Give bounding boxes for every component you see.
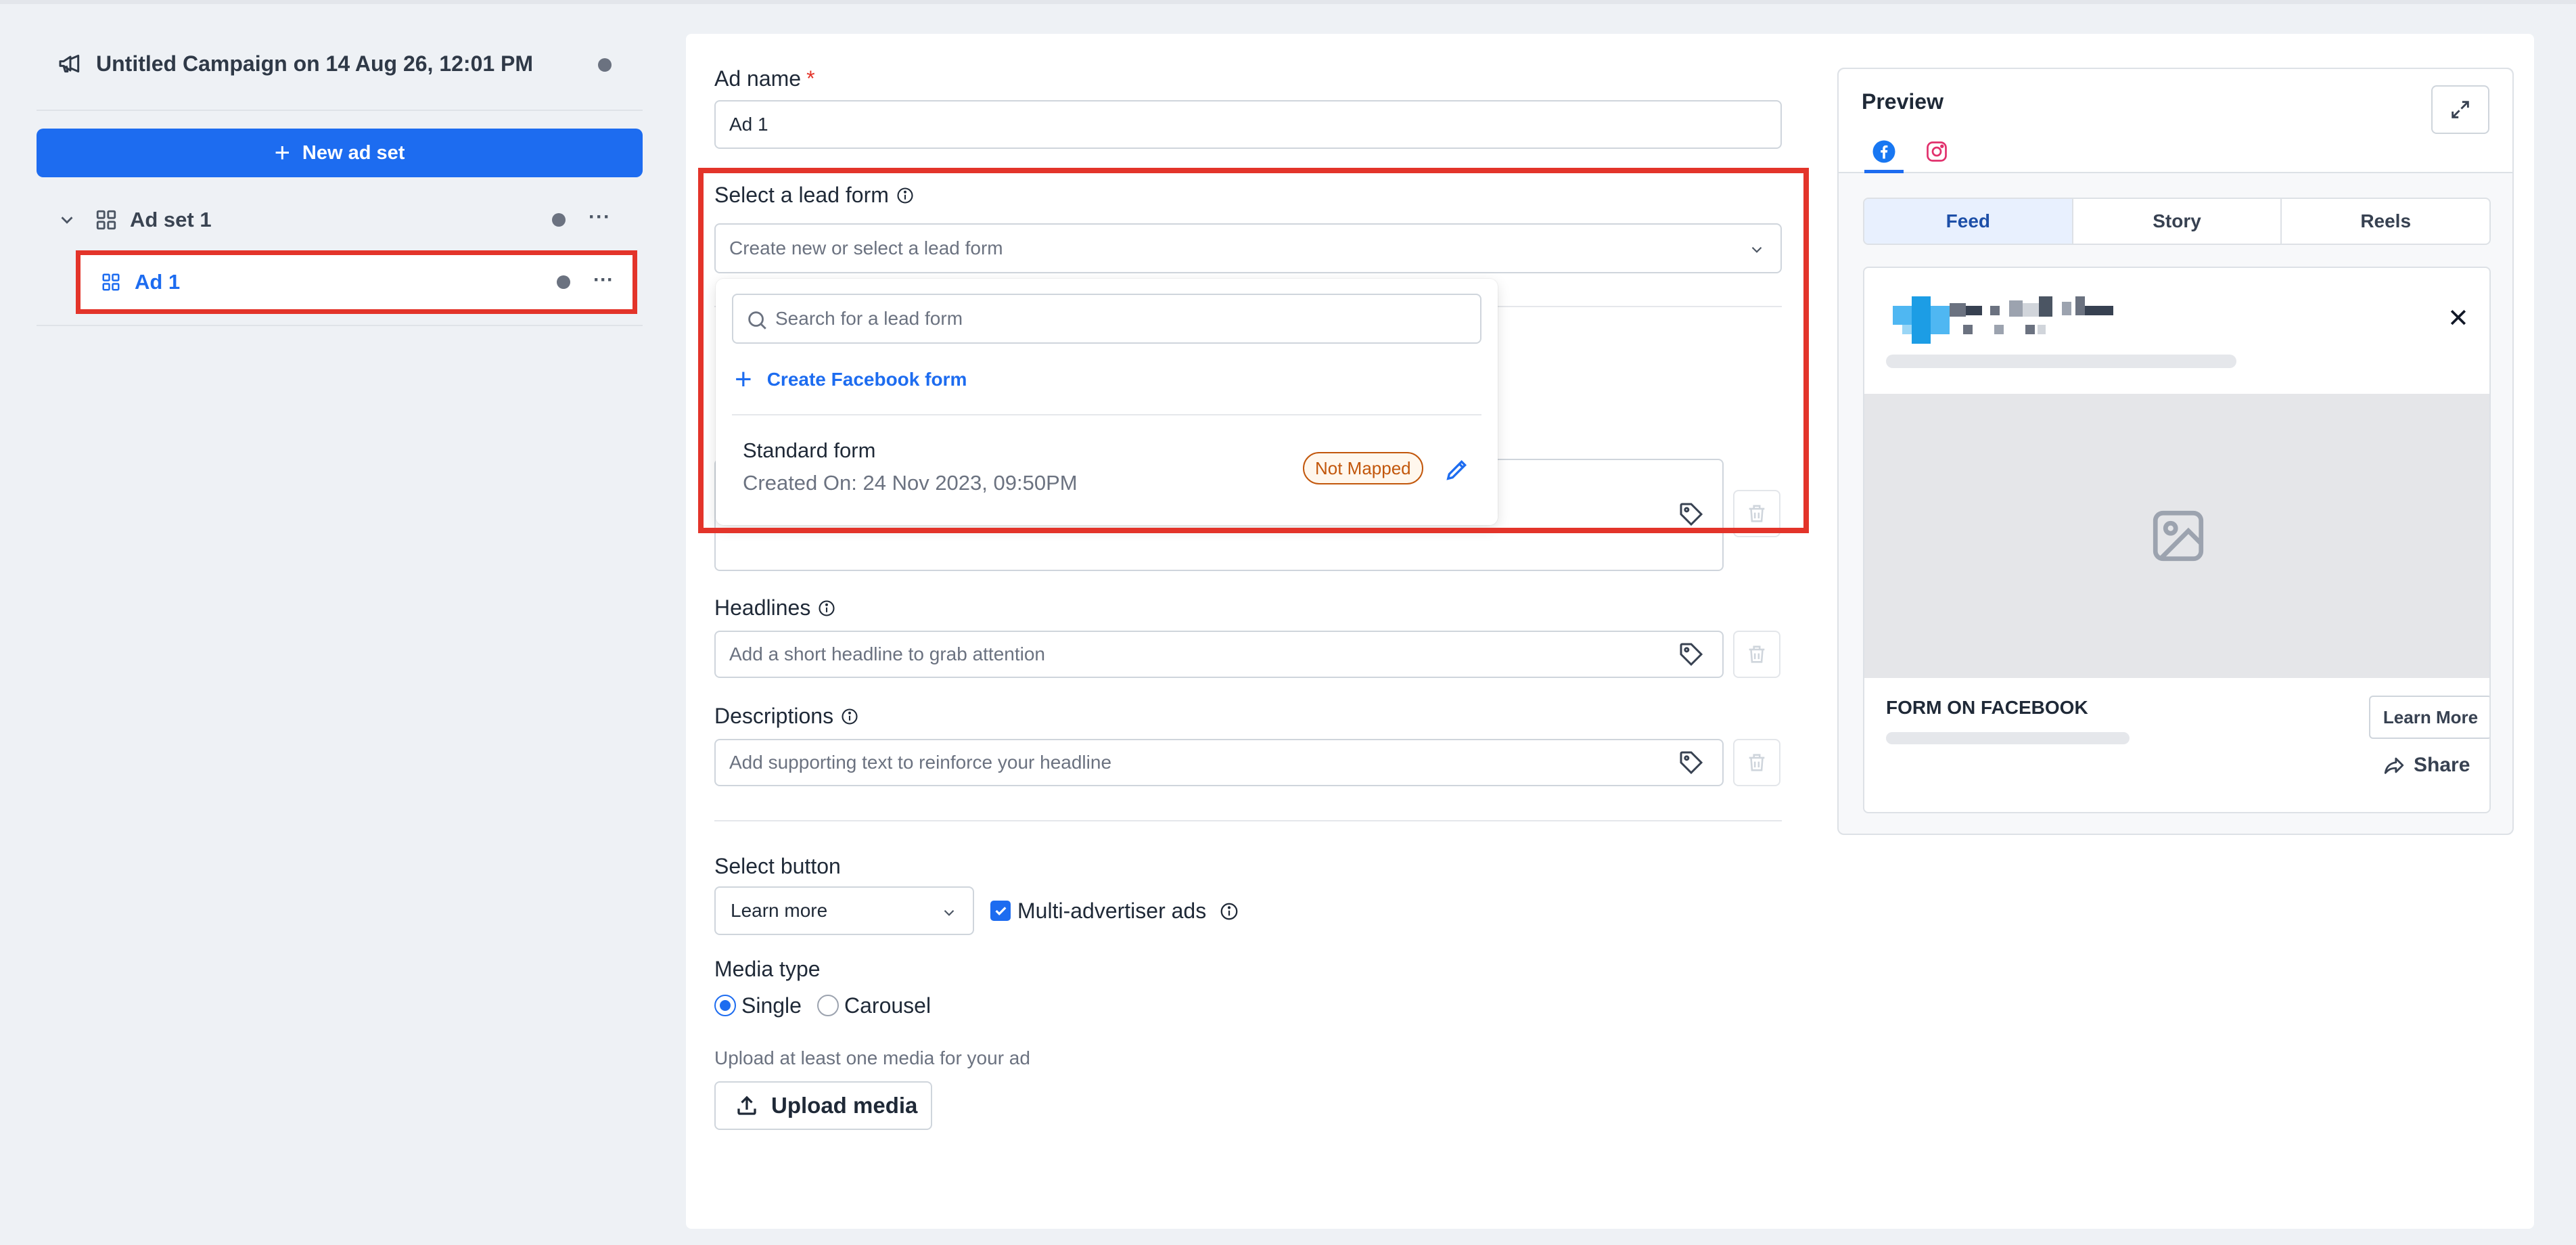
sidebar-divider <box>37 110 643 111</box>
tag-icon[interactable] <box>1678 641 1705 668</box>
trash-icon <box>1749 754 1765 771</box>
skeleton-line <box>1886 355 2236 368</box>
preview-header: Preview <box>1839 69 2512 173</box>
cta-button-select[interactable]: Learn more <box>714 886 974 935</box>
tag-icon[interactable] <box>1678 749 1705 776</box>
ad-name-label-text: Ad name <box>714 66 802 91</box>
new-ad-set-label: New ad set <box>302 141 405 164</box>
preview-panel: Preview Feed Story Reels ✕ FORM ON FACEB… <box>1837 68 2514 835</box>
share-label: Share <box>2414 754 2470 776</box>
share-button[interactable]: Share <box>2383 754 2470 777</box>
headline-input[interactable]: Add a short headline to grab attention <box>714 631 1724 678</box>
ad-more-button[interactable]: ··· <box>593 269 614 292</box>
chevron-down-icon <box>944 909 954 916</box>
skeleton-line <box>1886 732 2130 744</box>
section-divider <box>714 820 1782 821</box>
expand-icon <box>2452 101 2469 118</box>
media-type-label: Media type <box>714 957 821 982</box>
ad-name-label: Ad name * <box>714 66 815 91</box>
ad-preview-post: ✕ FORM ON FACEBOOK Learn More Share <box>1863 267 2491 813</box>
cta-title: FORM ON FACEBOOK <box>1886 697 2088 718</box>
info-icon[interactable] <box>817 599 836 618</box>
ad-name-input[interactable]: Ad 1 <box>714 100 1782 149</box>
expand-preview-button[interactable] <box>2431 85 2489 134</box>
chevron-down-icon[interactable] <box>57 210 77 230</box>
highlight-annotation <box>698 168 1809 533</box>
headlines-label: Headlines <box>714 595 836 620</box>
close-icon[interactable]: ✕ <box>2447 303 2469 334</box>
ad-set-more-button[interactable]: ··· <box>589 206 611 229</box>
tab-instagram[interactable] <box>1917 137 1956 173</box>
ad-label: Ad 1 <box>135 270 181 294</box>
media-placeholder <box>1864 394 2489 678</box>
delete-description-button[interactable] <box>1733 739 1780 786</box>
placement-tabs: Feed Story Reels <box>1863 198 2491 245</box>
new-ad-set-button[interactable]: + New ad set <box>37 129 643 177</box>
headlines-label-text: Headlines <box>714 595 811 620</box>
ad-status-dot <box>557 275 570 289</box>
tab-facebook[interactable] <box>1864 137 1904 173</box>
description-placeholder: Add supporting text to reinforce your he… <box>729 752 1112 773</box>
info-icon[interactable] <box>1219 901 1239 922</box>
tab-story[interactable]: Story <box>2073 199 2282 244</box>
grid-icon <box>102 273 120 291</box>
sidebar-item-ad-set[interactable]: Ad set 1 ··· <box>57 203 618 237</box>
tab-feed[interactable]: Feed <box>1864 199 2073 244</box>
campaign-header: Untitled Campaign on 14 Aug 26, 12:01 PM <box>57 49 612 78</box>
ad-set-label: Ad set 1 <box>130 208 212 231</box>
learn-more-button[interactable]: Learn More <box>2369 696 2489 739</box>
facebook-icon <box>1872 140 1895 163</box>
top-border <box>0 0 2576 4</box>
select-button-label-text: Select button <box>714 854 841 878</box>
share-icon <box>2384 757 2404 774</box>
media-carousel-label[interactable]: Carousel <box>844 993 931 1018</box>
upload-icon <box>737 1095 756 1115</box>
required-mark: * <box>806 66 815 91</box>
trash-icon <box>1749 646 1765 663</box>
plus-icon: + <box>274 138 290 168</box>
multi-advertiser-checkbox[interactable] <box>990 901 1011 921</box>
headline-placeholder: Add a short headline to grab attention <box>729 643 1046 664</box>
select-button-label: Select button <box>714 854 841 879</box>
preview-title: Preview <box>1862 89 1944 114</box>
media-single-label[interactable]: Single <box>741 993 802 1018</box>
multi-advertiser-label[interactable]: Multi-advertiser ads <box>1017 899 1206 924</box>
delete-headline-button[interactable] <box>1733 631 1780 678</box>
ad-name-value: Ad 1 <box>729 114 768 135</box>
sidebar-divider <box>37 325 643 326</box>
campaign-title[interactable]: Untitled Campaign on 14 Aug 26, 12:01 PM <box>96 51 533 76</box>
media-single-radio[interactable] <box>714 995 736 1016</box>
tab-reels[interactable]: Reels <box>2282 199 2489 244</box>
media-type-label-text: Media type <box>714 957 821 981</box>
upload-hint: Upload at least one media for your ad <box>714 1047 1030 1068</box>
cta-button-value: Learn more <box>731 900 828 921</box>
upload-media-button[interactable]: Upload media <box>714 1081 932 1130</box>
descriptions-label-text: Descriptions <box>714 704 834 728</box>
image-icon <box>2153 510 2204 562</box>
description-input[interactable]: Add supporting text to reinforce your he… <box>714 739 1724 786</box>
check-icon <box>995 907 1007 915</box>
sidebar-item-ad-1[interactable]: Ad 1 ··· <box>76 250 637 314</box>
info-icon[interactable] <box>840 707 859 726</box>
ad-set-status-dot <box>552 213 566 227</box>
campaign-status-dot <box>598 58 612 72</box>
grid-icon <box>96 210 116 230</box>
upload-media-label: Upload media <box>771 1093 918 1118</box>
megaphone-icon <box>59 54 80 73</box>
media-carousel-radio[interactable] <box>817 995 839 1016</box>
instagram-icon <box>1927 141 1947 162</box>
descriptions-label: Descriptions <box>714 704 859 729</box>
